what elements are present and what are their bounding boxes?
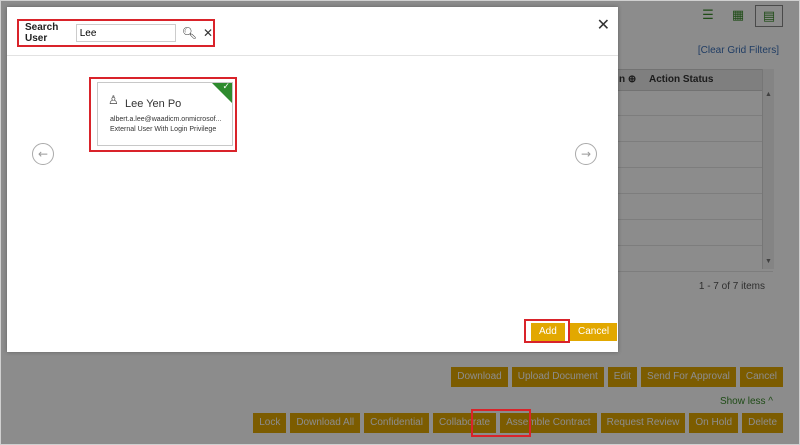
search-input[interactable] xyxy=(75,24,176,42)
divider xyxy=(7,55,618,56)
search-user-dialog: ✕ Search User 🔍︎ ✕ ← → ✓ ♙ Lee Yen Po al… xyxy=(7,7,618,352)
clear-icon[interactable]: ✕ xyxy=(203,26,213,40)
cancel-button[interactable]: Cancel xyxy=(570,323,618,341)
user-name: Lee Yen Po xyxy=(125,98,182,110)
search-user-label: Search User xyxy=(25,22,59,44)
collaborate-highlight xyxy=(471,409,531,437)
window: ☰ ▦ ▤ [Clear Grid Filters] n ⊕ Action St… xyxy=(0,0,800,445)
user-icon: ♙ xyxy=(108,93,119,107)
user-card[interactable]: ✓ ♙ Lee Yen Po albert.a.lee@waadicm.onmi… xyxy=(97,82,233,146)
search-user-bar: Search User 🔍︎ ✕ xyxy=(17,19,215,47)
arrow-right-circle-icon[interactable]: → xyxy=(575,143,597,165)
add-button[interactable]: Add xyxy=(531,323,565,341)
user-type: External User With Login Privilege xyxy=(110,126,217,133)
user-email: albert.a.lee@waadicm.onmicrosof... xyxy=(110,116,222,123)
check-icon: ✓ xyxy=(222,82,230,92)
search-icon[interactable]: 🔍︎ xyxy=(182,26,197,40)
arrow-left-circle-icon[interactable]: ← xyxy=(32,143,54,165)
close-icon[interactable]: ✕ xyxy=(597,15,610,34)
